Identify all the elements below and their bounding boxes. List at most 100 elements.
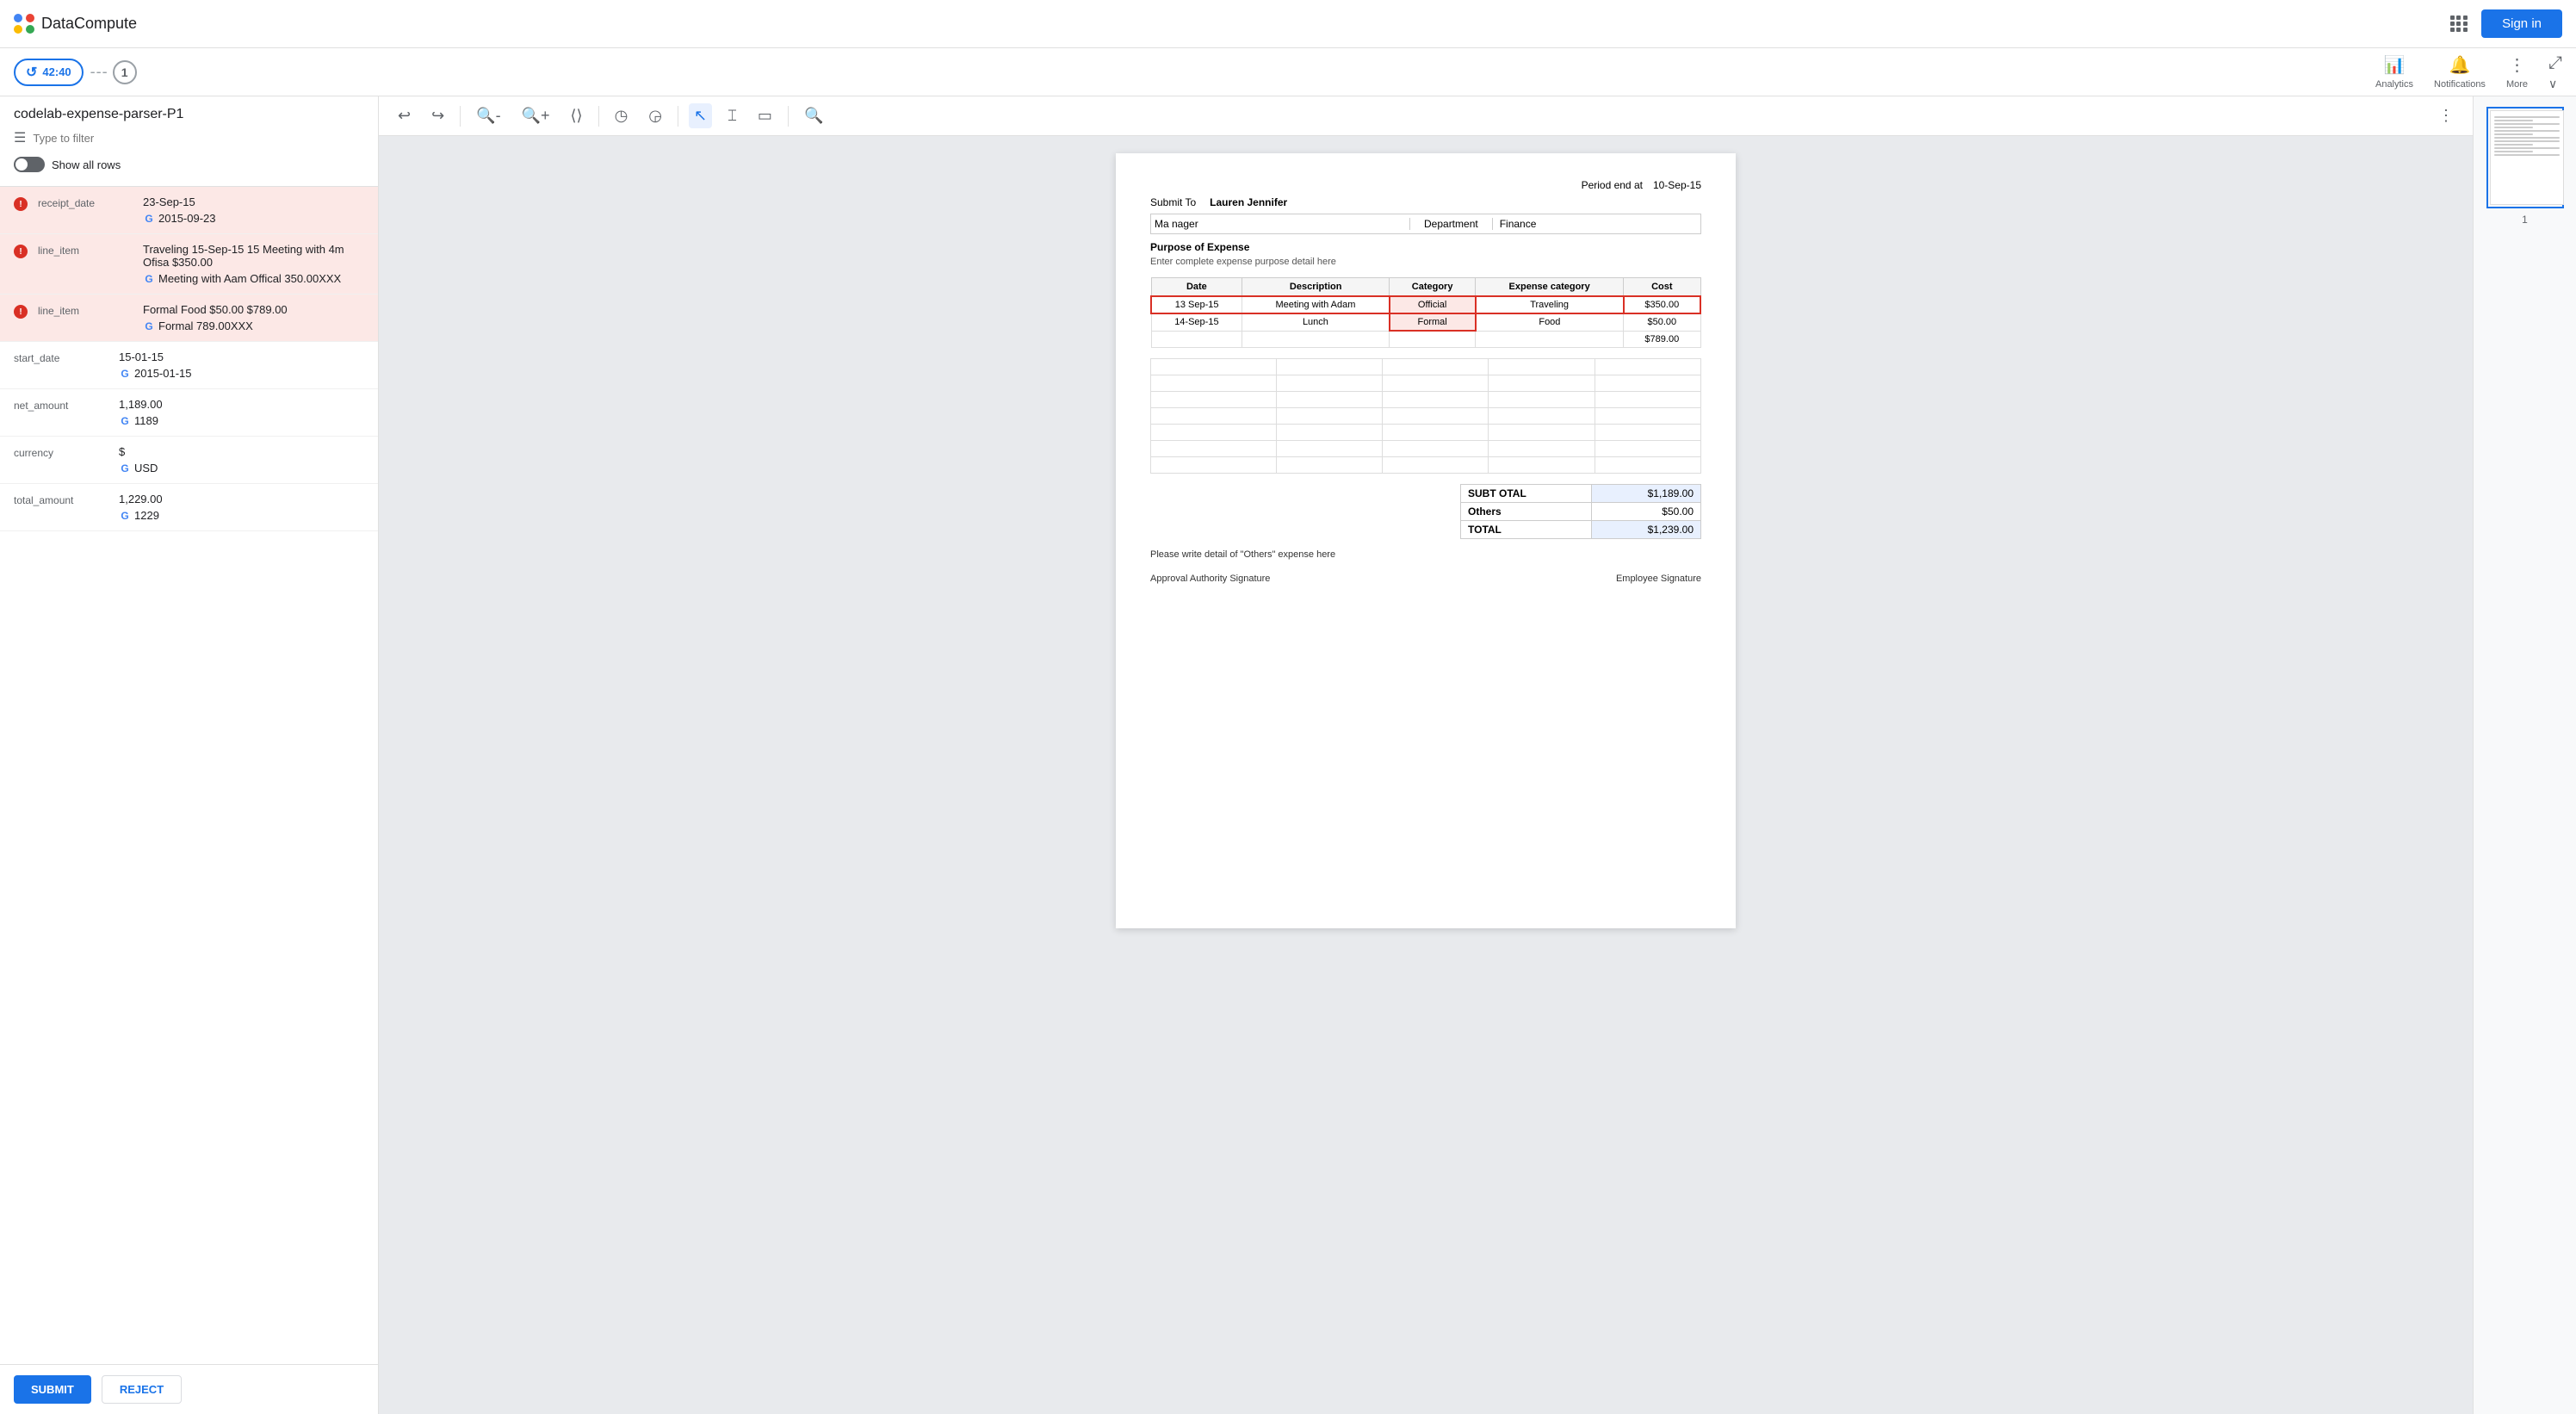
total-value: $1,239.00 [1592,520,1701,538]
error-indicator-receipt_date: ! [14,197,28,211]
thumbnail-1[interactable] [2486,107,2564,208]
more-nav-item[interactable]: ⋮ More [2506,54,2528,90]
logo-dot-yellow [14,25,22,34]
field-label-line_item_1: line_item [38,243,133,285]
timer-badge: ↺ 42:40 [14,59,84,86]
submit-button[interactable]: SUBMIT [14,1375,91,1404]
app-name: DataCompute [41,15,137,33]
field-label-total_amount: total_amount [14,493,108,522]
field-google-value-currency: USD [134,462,158,474]
expand-icon[interactable]: ⤢ [2548,53,2562,73]
redo-button[interactable]: ↪ [426,103,449,128]
google-g-icon: G [143,213,155,225]
more-options-button[interactable]: ⋮ [2433,103,2459,128]
field-raw-line_item_2: Formal Food $50.00 $789.00 [143,303,364,316]
sign-in-button[interactable]: Sign in [2481,9,2562,38]
field-google-value-receipt_date: 2015-09-23 [158,212,216,225]
expense-cell-0-2: Official [1390,296,1476,313]
panel-title: codelab-expense-parser-P1 [14,107,364,122]
sub-nav-right: 📊 Analytics 🔔 Notifications ⋮ More ⤢ ∨ [2375,53,2562,91]
crop-button[interactable]: ▭ [752,103,777,128]
field-google-receipt_date: G2015-09-23 [143,212,364,225]
search-doc-button[interactable]: 🔍 [799,103,828,128]
subtotal-value: $1,189.00 [1592,484,1701,502]
toolbar-divider-4 [788,106,789,127]
forward-history-button[interactable]: ◶ [643,103,667,128]
notifications-label: Notifications [2434,79,2486,90]
code-button[interactable]: ⟨⟩ [566,103,588,128]
field-values-currency: $GUSD [119,445,364,474]
expense-table: Date Description Category Expense catego… [1150,277,1701,348]
field-google-value-line_item_2: Formal 789.00XXX [158,319,253,332]
field-values-receipt_date: 23-Sep-15G2015-09-23 [143,195,364,225]
period-end-label: Period end at [1582,179,1643,191]
field-row-total_amount: total_amount 1,229.00G1229 [0,484,378,531]
field-values-line_item_1: Traveling 15-Sep-15 15 Meeting with 4m O… [143,243,364,285]
expense-cell-2-2 [1390,331,1476,347]
expense-cell-0-1: Meeting with Adam [1242,296,1390,313]
expense-cell-0-4: $350.00 [1624,296,1700,313]
field-google-line_item_1: GMeeting with Aam Offical 350.00XXX [143,272,364,285]
select-button[interactable]: ↖ [689,103,712,128]
chevron-down-icon[interactable]: ∨ [2548,77,2562,91]
timer-value: 42:40 [42,65,71,78]
field-row-receipt_date: ! receipt_date 23-Sep-15G2015-09-23 [0,187,378,234]
notifications-icon: 🔔 [2449,54,2471,76]
filter-row: ☰ [14,129,364,146]
error-indicator-line_item_2: ! [14,305,28,319]
doc-panel: ↩ ↪ 🔍- 🔍+ ⟨⟩ ◷ ◶ ↖ ⌶ ▭ 🔍 ⋮ [379,96,2473,1414]
field-google-value-total_amount: 1229 [134,509,159,522]
panel-footer: SUBMIT REJECT [0,1364,378,1414]
field-label-line_item_2: line_item [38,303,133,332]
expense-cell-1-4: $50.00 [1624,313,1700,331]
show-all-label: Show all rows [52,158,121,171]
top-nav: DataCompute Sign in [0,0,2576,48]
nav-right: Sign in [2450,9,2562,38]
submit-to-value: Lauren Jennifer [1210,196,1287,208]
manager-label: Ma nager [1155,218,1198,230]
subtotal-label: SUBT OTAL [1461,484,1592,502]
more-dots-icon: ⋮ [2508,54,2525,76]
thumb-line [2494,127,2534,128]
right-panel: 1 [2473,96,2576,1414]
show-all-toggle[interactable] [14,157,45,172]
thumbnail-preview [2491,111,2563,161]
fields-list: !receipt_date23-Sep-15G2015-09-23!line_i… [0,187,378,1364]
logo-dot-red [26,14,34,22]
panel-header: codelab-expense-parser-P1 ☰ Show all row… [0,96,378,187]
expense-cell-1-0: 14-Sep-15 [1151,313,1242,331]
thumbnail-image-1 [2490,110,2564,205]
field-google-start_date: G2015-01-15 [119,367,364,380]
google-g-icon: G [119,368,131,380]
field-row-line_item_2: !line_itemFormal Food $50.00 $789.00GFor… [0,295,378,342]
zoom-out-button[interactable]: 🔍- [471,103,505,128]
logo-area: DataCompute [14,14,137,34]
field-raw-line_item_1: Traveling 15-Sep-15 15 Meeting with 4m O… [143,243,364,269]
google-g-icon: G [119,415,131,427]
expense-cell-2-0 [1151,331,1242,347]
col-category: Category [1390,278,1476,297]
undo-button[interactable]: ↩ [393,103,416,128]
logo-dot-green [26,25,34,34]
text-cursor-button[interactable]: ⌶ [722,103,742,128]
zoom-in-button[interactable]: 🔍+ [517,103,555,128]
analytics-nav-item[interactable]: 📊 Analytics [2375,54,2413,90]
doc-page: Period end at 10-Sep-15 Submit To Lauren… [1116,153,1736,928]
logo-icon [14,14,34,34]
expense-cell-2-4: $789.00 [1624,331,1700,347]
field-row-line_item_1: !line_itemTraveling 15-Sep-15 15 Meeting… [0,234,378,295]
history-button[interactable]: ◷ [610,103,634,128]
field-google-net_amount: G1189 [119,414,364,427]
field-values-total_amount: 1,229.00G1229 [119,493,364,522]
filter-input[interactable] [33,132,364,145]
thumb-line [2494,130,2560,132]
field-label-receipt_date: receipt_date [38,195,133,225]
step-badge: 1 [113,60,137,84]
field-google-value-start_date: 2015-01-15 [134,367,192,380]
department-value: Finance [1492,218,1697,230]
apps-icon[interactable] [2450,16,2468,32]
thumb-line [2494,144,2534,146]
notifications-nav-item[interactable]: 🔔 Notifications [2434,54,2486,90]
reject-button[interactable]: REJECT [102,1375,182,1404]
col-cost: Cost [1624,278,1700,297]
